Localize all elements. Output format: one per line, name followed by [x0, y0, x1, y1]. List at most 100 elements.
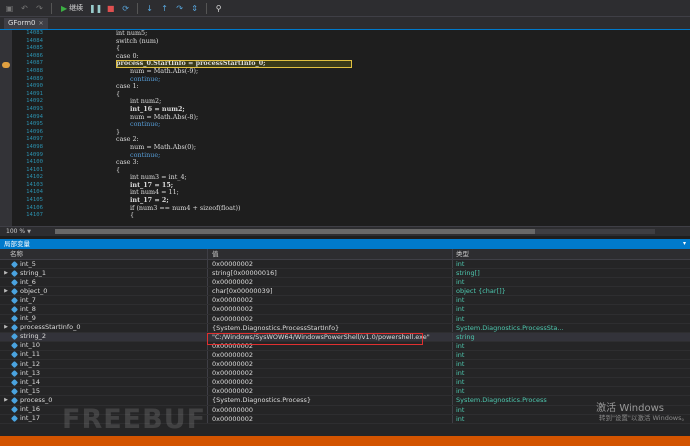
- local-type-cell: int: [453, 315, 690, 323]
- local-value-cell[interactable]: string[0x00000016]: [208, 269, 453, 278]
- expand-arrow-icon[interactable]: ▶: [3, 269, 9, 278]
- pin-icon[interactable]: ▾: [683, 239, 686, 249]
- local-type-cell: int: [453, 351, 690, 359]
- local-value-cell[interactable]: 0x00000002: [208, 305, 453, 314]
- local-value: 0x00000002: [212, 296, 254, 305]
- line-number: 14099: [26, 151, 43, 158]
- table-row[interactable]: int_7 0x00000002 int: [0, 296, 690, 306]
- expand-arrow-icon[interactable]: ▶: [3, 323, 9, 332]
- undo-icon[interactable]: ↶: [19, 3, 30, 14]
- redo-icon[interactable]: ↷: [34, 3, 45, 14]
- local-name-cell: string_2: [0, 332, 208, 341]
- horizontal-scrollbar[interactable]: [55, 229, 655, 234]
- table-row[interactable]: int_14 0x00000002 int: [0, 378, 690, 388]
- save-icon[interactable]: ▣: [4, 3, 15, 14]
- local-name-cell: int_12: [0, 360, 208, 369]
- line-number: 14095: [26, 121, 43, 128]
- variable-icon: [10, 387, 19, 395]
- restart-icon[interactable]: ⟳: [120, 3, 131, 14]
- local-type: System.Diagnostics.Process: [456, 396, 547, 405]
- column-header-type[interactable]: 类型: [453, 249, 690, 259]
- local-name: object_0: [20, 286, 48, 295]
- local-value: 0x00000002: [212, 387, 254, 396]
- table-row[interactable]: int_15 0x00000002 int: [0, 387, 690, 397]
- local-type: int: [456, 296, 465, 305]
- zoom-value: 100 %: [6, 228, 26, 235]
- scrollbar-thumb[interactable]: [55, 229, 535, 234]
- local-value: 0x00000002: [212, 378, 254, 387]
- local-name: processStartInfo_0: [20, 323, 81, 332]
- local-value-cell[interactable]: 0x00000002: [208, 296, 453, 305]
- breakpoint-gutter[interactable]: [0, 30, 12, 226]
- column-header-name[interactable]: 名称: [0, 249, 208, 259]
- local-name: int_13: [20, 368, 40, 377]
- local-value-cell[interactable]: 0x00000002: [208, 360, 453, 369]
- local-value-cell[interactable]: 0x00000002: [208, 278, 453, 287]
- local-value-cell[interactable]: 0x00000002: [208, 414, 453, 423]
- local-value: 0x00000002: [212, 314, 254, 323]
- table-row[interactable]: int_12 0x00000002 int: [0, 360, 690, 370]
- variable-icon: [10, 269, 19, 277]
- expand-arrow-icon[interactable]: ▶: [3, 287, 9, 296]
- table-row[interactable]: ▶ string_1 string[0x00000016] string[]: [0, 269, 690, 279]
- local-value-cell[interactable]: char[0x00000039]: [208, 287, 453, 296]
- local-name: int_5: [20, 259, 36, 268]
- local-type-cell: System.Diagnostics.ProcessSta...: [453, 324, 690, 332]
- local-value: 0x00000002: [212, 350, 254, 359]
- local-type: int: [456, 341, 465, 350]
- zoom-dropdown[interactable]: 100 % ▼: [6, 228, 31, 235]
- line-number: 14089: [26, 75, 43, 82]
- column-header-value[interactable]: 值: [208, 249, 453, 259]
- step-into-icon[interactable]: ↓: [144, 3, 155, 14]
- table-row[interactable]: int_11 0x00000002 int: [0, 350, 690, 361]
- step-over-icon[interactable]: ↷: [174, 3, 185, 14]
- continue-button[interactable]: ▶ 继续: [58, 3, 86, 13]
- table-row[interactable]: int_6 0x00000002 int: [0, 278, 690, 288]
- code-editor[interactable]: 14083 14084 14085 14086 14087 14088 1408…: [0, 30, 690, 226]
- table-row[interactable]: int_13 0x00000002 int: [0, 368, 690, 379]
- local-type-cell: int: [453, 342, 690, 350]
- local-value-cell[interactable]: 0x00000002: [208, 369, 453, 378]
- local-value-cell[interactable]: {System.Diagnostics.ProcessStartInfo}: [208, 323, 453, 332]
- stop-icon[interactable]: ■: [105, 3, 116, 14]
- variable-icon: [10, 324, 19, 332]
- table-row[interactable]: ▶ object_0 char[0x00000039] object {char[]}: [0, 286, 690, 297]
- local-name-cell: int_10: [0, 341, 208, 350]
- local-type-cell: int: [453, 278, 690, 286]
- local-type-cell: int: [453, 378, 690, 386]
- local-name: int_11: [20, 350, 40, 359]
- variable-icon: [10, 369, 19, 377]
- line-number: 14107: [26, 212, 43, 219]
- variable-icon: [10, 396, 19, 404]
- line-number: 14093: [26, 105, 43, 112]
- search-icon[interactable]: ⚲: [213, 3, 224, 14]
- table-row[interactable]: int_5 0x00000002 int: [0, 259, 690, 270]
- close-icon[interactable]: ✕: [39, 18, 44, 29]
- local-value-cell[interactable]: 0x00000002: [208, 260, 453, 269]
- line-number: 14102: [26, 174, 43, 181]
- table-row[interactable]: int_8 0x00000002 int: [0, 305, 690, 315]
- local-value: 0x00000002: [212, 369, 254, 378]
- expand-arrow-icon[interactable]: ▶: [3, 396, 9, 405]
- table-row[interactable]: int_9 0x00000002 int: [0, 314, 690, 324]
- step-out-icon[interactable]: ↑: [159, 3, 170, 14]
- local-value-cell[interactable]: 0x00000002: [208, 314, 453, 323]
- local-name: int_10: [20, 341, 40, 350]
- local-name-cell: int_9: [0, 314, 208, 323]
- pause-icon[interactable]: ❚❚: [89, 3, 102, 14]
- local-value-cell[interactable]: {System.Diagnostics.Process}: [208, 396, 453, 405]
- local-value-cell[interactable]: 0x00000002: [208, 378, 453, 387]
- local-value-cell[interactable]: 0x00000002: [208, 350, 453, 360]
- line-number: 14096: [26, 128, 43, 135]
- local-value-cell[interactable]: 0x00000002: [208, 387, 453, 396]
- tab-gform0[interactable]: GForm0 ✕: [4, 18, 48, 29]
- line-number: 14085: [26, 45, 43, 52]
- show-next-statement-icon[interactable]: ⇕: [189, 3, 200, 14]
- debug-toolbar: ▣ ↶ ↷ ▶ 继续 ❚❚ ■ ⟳ ↓ ↑ ↷ ⇕ ⚲: [0, 0, 690, 17]
- local-value: {System.Diagnostics.Process}: [212, 396, 312, 405]
- table-row[interactable]: ▶ processStartInfo_0 {System.Diagnostics.P…: [0, 323, 690, 333]
- local-type-cell: int: [453, 305, 690, 313]
- editor-status-bar: 100 % ▼: [0, 226, 690, 236]
- local-value: 0x00000002: [212, 414, 254, 423]
- local-value-cell[interactable]: 0x00000000: [208, 405, 453, 414]
